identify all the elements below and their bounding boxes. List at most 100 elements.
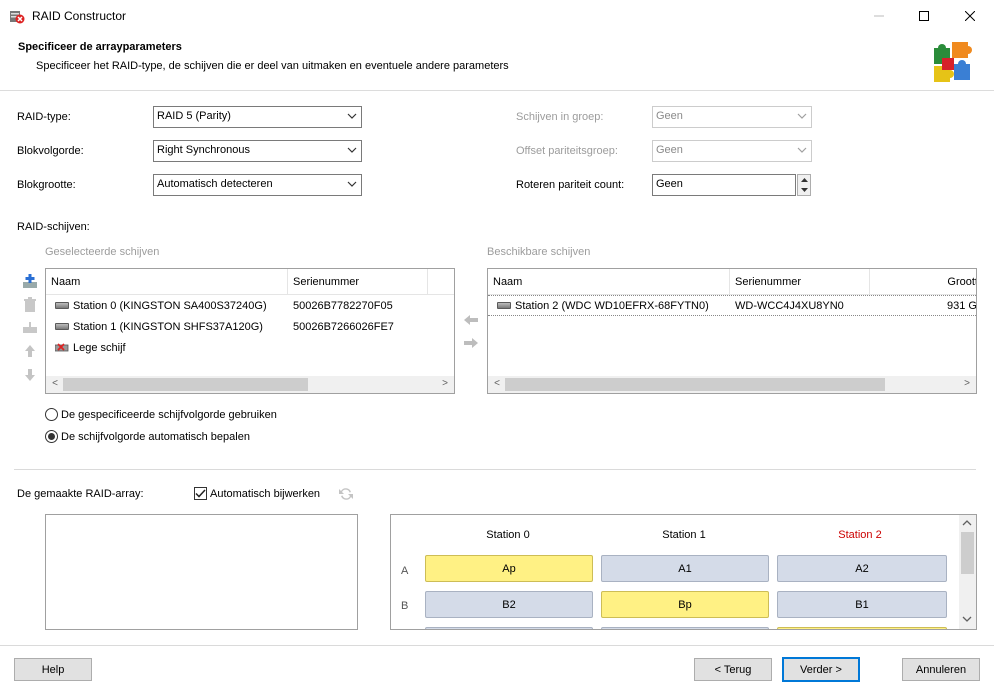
auto-order-radio[interactable] [45, 430, 58, 443]
manual-order-radio[interactable] [45, 408, 58, 421]
raid-type-label: RAID-type: [17, 111, 71, 123]
column-header-serial[interactable]: Serienummer [288, 269, 428, 295]
selected-disks-label: Geselecteerde schijven [45, 246, 160, 258]
disks-in-group-value: Geen [656, 110, 683, 122]
spin-up-icon[interactable] [798, 175, 810, 185]
chevron-down-icon [797, 110, 807, 122]
disks-in-group-dropdown[interactable]: Geen [652, 106, 812, 128]
list-item[interactable]: Station 1 (KINGSTON SHFS37A120G) 50026B7… [46, 317, 454, 338]
block-cell: Ap [425, 555, 593, 582]
minimize-button[interactable] [856, 0, 902, 31]
spin-down-icon[interactable] [798, 185, 810, 195]
arrow-right-icon[interactable] [463, 335, 479, 351]
column-header-size[interactable]: Groott [870, 269, 976, 295]
offset-parity-label: Offset pariteitsgroep: [516, 145, 618, 157]
move-down-icon[interactable] [22, 367, 38, 383]
minimize-icon [874, 15, 884, 16]
scroll-down-icon[interactable] [962, 614, 972, 626]
add-disk-icon[interactable] [22, 273, 38, 289]
chevron-down-icon [347, 144, 357, 156]
disk-name-cell: Lege schijf [55, 342, 287, 354]
disk-name: Station 1 (KINGSTON SHFS37A120G) [73, 321, 263, 333]
arrow-left-icon[interactable] [463, 312, 479, 328]
horizontal-scrollbar[interactable]: < > [46, 376, 454, 393]
column-header-name[interactable]: Naam [46, 269, 288, 295]
available-disks-list[interactable]: Naam Serienummer Groott Station 2 (WDC W… [487, 268, 977, 394]
rotate-parity-spinner[interactable] [797, 174, 811, 196]
scroll-right-icon[interactable]: > [960, 378, 974, 391]
raid-type-dropdown[interactable]: RAID 5 (Parity) [153, 106, 362, 128]
row-label-b: B [401, 600, 409, 612]
close-icon [965, 10, 975, 21]
scroll-left-icon[interactable]: < [490, 378, 504, 391]
block-cell: A2 [777, 555, 947, 582]
checkmark-icon [195, 489, 206, 498]
block-order-dropdown[interactable]: Right Synchronous [153, 140, 362, 162]
maximize-button[interactable] [901, 0, 947, 31]
selected-disks-list[interactable]: Naam Serienummer Station 0 (KINGSTON SA4… [45, 268, 455, 394]
raid-constructor-app-icon [9, 8, 25, 24]
empty-disk-x-icon [55, 342, 69, 352]
scroll-thumb[interactable] [961, 532, 974, 574]
scroll-thumb[interactable] [505, 378, 885, 391]
block-size-label: Blokgrootte: [17, 179, 76, 191]
disk-serial: 50026B7782270F05 [293, 300, 393, 312]
column-header-serial[interactable]: Serienummer [730, 269, 870, 295]
footer-divider [0, 645, 994, 646]
column-header-station-2: Station 2 [838, 529, 882, 541]
disk-name-cell: Station 1 (KINGSTON SHFS37A120G) [55, 321, 287, 333]
disks-in-group-label: Schijven in groep: [516, 111, 604, 123]
block-cell: B1 [777, 591, 947, 618]
column-header-station-1: Station 1 [662, 529, 706, 541]
cancel-button[interactable]: Annuleren [902, 658, 980, 681]
raid-disks-label: RAID-schijven: [17, 221, 90, 233]
scroll-up-icon[interactable] [962, 518, 972, 530]
auto-update-label[interactable]: Automatisch bijwerken [210, 488, 320, 500]
block-size-dropdown[interactable]: Automatisch detecteren [153, 174, 362, 196]
disk-name-cell: Station 2 (WDC WD10EFRX-68FYTN0) [497, 300, 729, 312]
scroll-left-icon[interactable]: < [48, 378, 62, 391]
chevron-down-icon [347, 110, 357, 122]
move-up-icon[interactable] [22, 343, 38, 359]
back-button[interactable]: < Terug [694, 658, 772, 681]
block-cell: A1 [601, 555, 769, 582]
row-label-a: A [401, 565, 409, 577]
auto-update-checkbox[interactable] [194, 487, 207, 500]
block-cell: B2 [425, 591, 593, 618]
block-order-label: Blokvolgorde: [17, 145, 84, 157]
section-divider [14, 469, 976, 470]
block-order-value: Right Synchronous [157, 144, 250, 156]
manual-order-label[interactable]: De gespecificeerde schijfvolgorde gebrui… [61, 409, 277, 421]
next-button[interactable]: Verder > [782, 657, 860, 682]
block-cell: Bp [601, 591, 769, 618]
help-button[interactable]: Help [14, 658, 92, 681]
offset-parity-value: Geen [656, 144, 683, 156]
list-header: Naam Serienummer Groott [488, 269, 976, 295]
array-info-panel [45, 514, 358, 630]
disk-name: Station 0 (KINGSTON SA400S37240G) [73, 300, 267, 312]
list-item[interactable]: Station 2 (WDC WD10EFRX-68FYTN0) WD-WCC4… [488, 295, 976, 316]
list-item[interactable]: Lege schijf [46, 338, 454, 359]
disk-name-cell: Station 0 (KINGSTON SA400S37240G) [55, 300, 287, 312]
offset-parity-dropdown[interactable]: Geen [652, 140, 812, 162]
refresh-icon[interactable] [338, 486, 354, 502]
delete-disk-icon[interactable] [22, 297, 38, 313]
raid-type-value: RAID 5 (Parity) [157, 110, 231, 122]
disk-serial: 50026B7266026FE7 [293, 321, 394, 333]
block-cell-partial [601, 627, 769, 629]
horizontal-scrollbar[interactable]: < > [488, 376, 976, 393]
column-header-name[interactable]: Naam [488, 269, 730, 295]
block-size-value: Automatisch detecteren [157, 178, 273, 190]
close-button[interactable] [947, 0, 993, 31]
empty-disk-icon[interactable] [22, 320, 38, 336]
available-disks-label: Beschikbare schijven [487, 246, 591, 258]
list-item[interactable]: Station 0 (KINGSTON SA400S37240G) 50026B… [46, 296, 454, 317]
chevron-down-icon [347, 178, 357, 190]
auto-order-label[interactable]: De schijfvolgorde automatisch bepalen [61, 431, 250, 443]
chevron-down-icon [797, 144, 807, 156]
rotate-parity-input[interactable]: Geen [652, 174, 796, 196]
header-subtitle: Specificeer het RAID-type, de schijven d… [36, 60, 509, 72]
scroll-right-icon[interactable]: > [438, 378, 452, 391]
scroll-thumb[interactable] [63, 378, 308, 391]
vertical-scrollbar[interactable] [959, 515, 976, 629]
